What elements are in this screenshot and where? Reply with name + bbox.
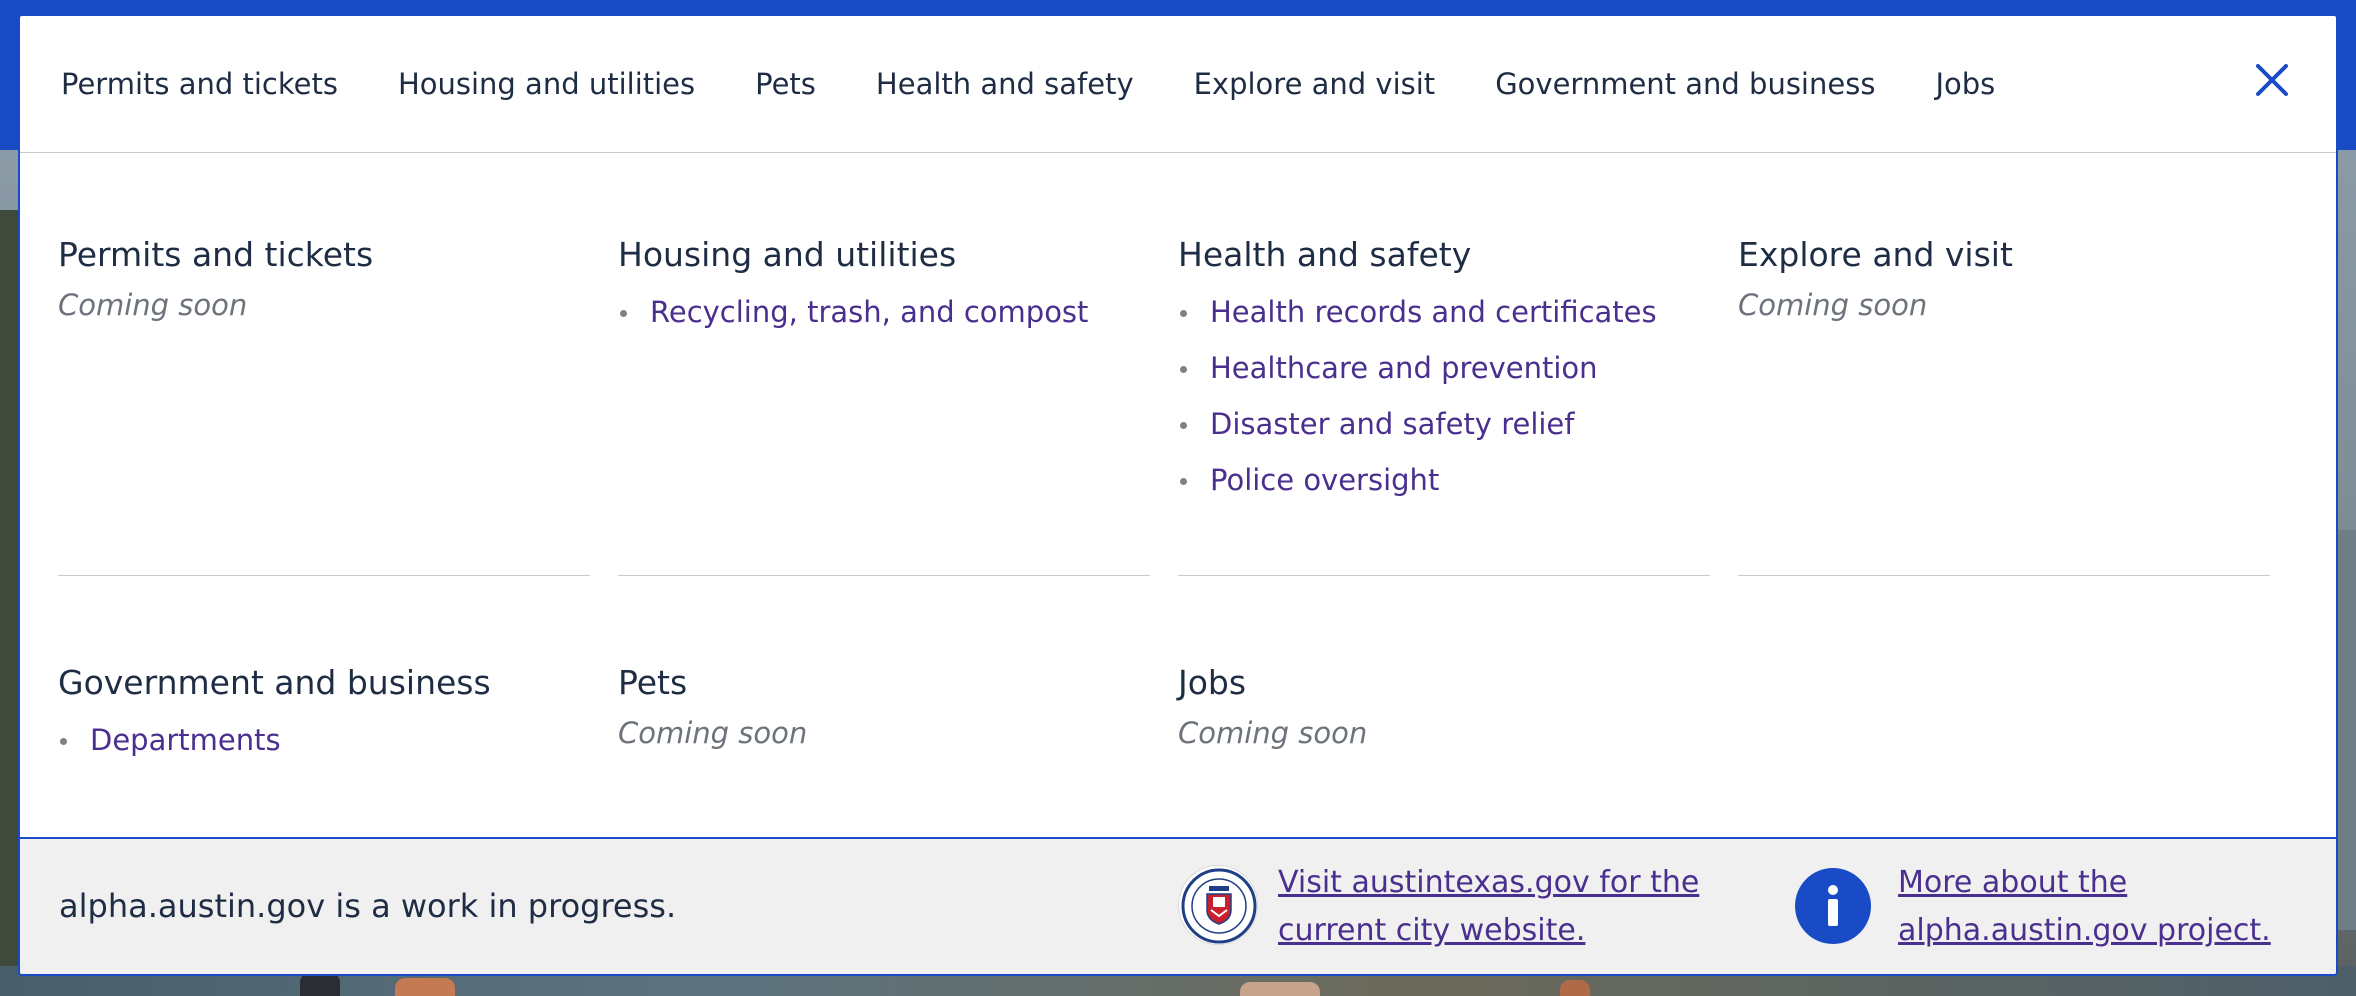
section-title: Housing and utilities <box>618 235 957 274</box>
section-title: Health and safety <box>1178 235 1472 274</box>
link-departments[interactable]: Departments <box>58 712 590 768</box>
navigation-menu-modal: Permits and tickets Housing and utilitie… <box>18 14 2338 976</box>
visit-austintexas-link[interactable]: Visit austintexas.gov for the current ci… <box>1278 859 1798 955</box>
nav-item-housing-and-utilities[interactable]: Housing and utilities <box>398 67 695 101</box>
coming-soon-text: Coming soon <box>58 288 248 322</box>
nav-item-explore-and-visit[interactable]: Explore and visit <box>1194 67 1436 101</box>
nav-item-jobs[interactable]: Jobs <box>1935 67 1995 101</box>
section-title: Pets <box>618 663 688 702</box>
link-police-oversight[interactable]: Police oversight <box>1178 452 1710 508</box>
top-navigation: Permits and tickets Housing and utilitie… <box>20 16 2336 153</box>
link-recycling-trash-compost[interactable]: Recycling, trash, and compost <box>618 284 1150 340</box>
section-health-and-safety: Health and safety Health records and cer… <box>1178 230 1710 508</box>
background-paddle <box>1560 980 1590 996</box>
link-disaster-safety-relief[interactable]: Disaster and safety relief <box>1178 396 1710 452</box>
section-divider <box>618 575 1150 576</box>
city-seal-icon <box>1178 865 1258 945</box>
alpha-notice-footer: alpha.austin.gov is a work in progress. … <box>20 837 2336 974</box>
close-icon <box>2256 64 2288 96</box>
section-explore-and-visit: Explore and visit Coming soon <box>1738 230 2270 322</box>
nav-item-permits-and-tickets[interactable]: Permits and tickets <box>61 67 338 101</box>
nav-item-health-and-safety[interactable]: Health and safety <box>876 67 1134 101</box>
link-health-records[interactable]: Health records and certificates <box>1178 284 1710 340</box>
coming-soon-text: Coming soon <box>1738 288 1928 322</box>
section-pets: Pets Coming soon <box>618 658 1150 750</box>
section-permits-and-tickets: Permits and tickets Coming soon <box>58 230 590 322</box>
section-link-list: Health records and certificates Healthca… <box>1178 284 1710 508</box>
nav-item-government-and-business[interactable]: Government and business <box>1495 67 1875 101</box>
section-title: Government and business <box>58 663 491 702</box>
section-divider <box>1738 575 2270 576</box>
section-jobs: Jobs Coming soon <box>1178 658 1710 750</box>
section-divider <box>1178 575 1710 576</box>
section-link-list: Departments <box>58 712 590 768</box>
section-title: Explore and visit <box>1738 235 2013 274</box>
about-alpha-project-link[interactable]: More about the alpha.austin.gov project. <box>1898 859 2318 955</box>
link-healthcare-prevention[interactable]: Healthcare and prevention <box>1178 340 1710 396</box>
coming-soon-text: Coming soon <box>1178 716 1368 750</box>
background-boat <box>1240 982 1320 996</box>
nav-item-pets[interactable]: Pets <box>755 67 816 101</box>
info-icon <box>1795 868 1871 944</box>
section-housing-and-utilities: Housing and utilities Recycling, trash, … <box>618 230 1150 340</box>
section-title: Jobs <box>1178 663 1247 702</box>
coming-soon-text: Coming soon <box>618 716 808 750</box>
section-link-list: Recycling, trash, and compost <box>618 284 1150 340</box>
section-divider <box>58 575 590 576</box>
section-title: Permits and tickets <box>58 235 374 274</box>
work-in-progress-text: alpha.austin.gov is a work in progress. <box>59 887 677 925</box>
section-government-and-business: Government and business Departments <box>58 658 590 768</box>
close-button[interactable] <box>2252 60 2292 100</box>
background-tree-right <box>2336 530 2356 930</box>
background-kayak <box>395 978 455 996</box>
background-person <box>300 974 340 996</box>
